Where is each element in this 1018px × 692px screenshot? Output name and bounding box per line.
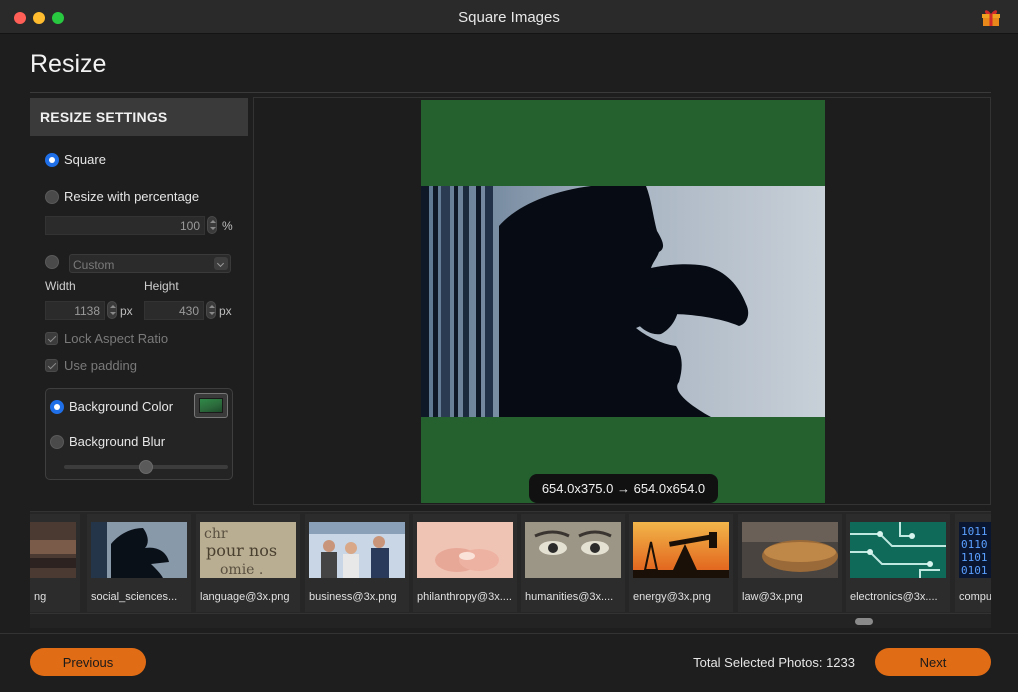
business-people-image bbox=[309, 522, 405, 578]
oil-pump-image bbox=[633, 522, 729, 578]
blur-slider-knob[interactable] bbox=[139, 460, 153, 474]
width-input[interactable]: 1138 bbox=[45, 301, 105, 320]
use-padding-label[interactable]: Use padding bbox=[64, 358, 137, 373]
previous-button[interactable]: Previous bbox=[30, 648, 146, 676]
thumbnail-item[interactable]: chr pour nos omie . language@3x.png bbox=[196, 514, 300, 612]
svg-text:0110: 0110 bbox=[961, 538, 988, 551]
silhouette-image bbox=[91, 522, 187, 578]
text-page-image: chr pour nos omie . bbox=[200, 522, 296, 578]
total-selected-photos: Total Selected Photos: 1233 bbox=[693, 655, 855, 670]
footer-divider bbox=[0, 633, 1018, 634]
svg-text:1011: 1011 bbox=[961, 525, 988, 538]
page-title: Resize bbox=[30, 50, 107, 78]
thumbnail-caption: electronics@3x.... bbox=[850, 591, 938, 603]
eyes-engraving-image bbox=[525, 522, 621, 578]
background-blur-radio[interactable] bbox=[50, 435, 64, 449]
thumbnail-caption: energy@3x.png bbox=[633, 591, 711, 603]
percentage-label[interactable]: Resize with percentage bbox=[64, 189, 199, 204]
percent-unit: % bbox=[222, 219, 233, 233]
custom-radio[interactable] bbox=[45, 255, 59, 269]
thumbnail-caption: language@3x.png bbox=[200, 591, 290, 603]
thumbnail-caption: social_sciences... bbox=[91, 591, 178, 603]
thumbnail-item[interactable]: business@3x.png bbox=[305, 514, 409, 612]
thumbnail-caption: humanities@3x.... bbox=[525, 591, 614, 603]
preset-select[interactable]: Custom bbox=[69, 254, 231, 273]
thumbnail-item[interactable]: 1011 0110 1101 0101 compu bbox=[955, 514, 991, 612]
binary-code-image: 1011 0110 1101 0101 bbox=[959, 522, 991, 578]
svg-text:chr: chr bbox=[204, 526, 228, 542]
thumbnail-strip[interactable]: ng social_sciences... chr pour nos omie . … bbox=[30, 511, 991, 614]
square-radio[interactable] bbox=[45, 153, 59, 167]
width-px-unit: px bbox=[120, 304, 133, 318]
thumbnail-caption: philanthropy@3x.... bbox=[417, 591, 512, 603]
thumbnail-caption: business@3x.png bbox=[309, 591, 397, 603]
thumbnail-item[interactable]: law@3x.png bbox=[738, 514, 842, 612]
thumbnail-item[interactable]: humanities@3x.... bbox=[521, 514, 625, 612]
next-button[interactable]: Next bbox=[875, 648, 991, 676]
thumbnail-item[interactable]: energy@3x.png bbox=[629, 514, 733, 612]
thumbnail-caption: law@3x.png bbox=[742, 591, 803, 603]
circuit-board-image bbox=[850, 522, 946, 578]
preview-canvas bbox=[421, 100, 825, 503]
percentage-stepper[interactable] bbox=[207, 216, 217, 234]
background-color-label[interactable]: Background Color bbox=[69, 399, 173, 414]
width-label: Width bbox=[45, 279, 76, 293]
thumbnail-scrollbar[interactable] bbox=[30, 614, 991, 628]
gavel-image bbox=[742, 522, 838, 578]
width-stepper[interactable] bbox=[107, 301, 117, 319]
lock-aspect-checkbox[interactable] bbox=[45, 332, 58, 345]
color-swatch bbox=[199, 398, 223, 413]
divider bbox=[30, 92, 991, 93]
svg-text:omie .: omie . bbox=[220, 562, 263, 578]
thumbnail-caption: compu bbox=[959, 591, 991, 603]
gift-icon[interactable] bbox=[981, 8, 1001, 26]
background-options-box: Background Color Background Blur bbox=[45, 388, 233, 480]
thumbnail-item[interactable]: electronics@3x.... bbox=[846, 514, 950, 612]
square-label[interactable]: Square bbox=[64, 152, 106, 167]
title-bar: Square Images bbox=[0, 0, 1018, 34]
thumbnail-item[interactable]: philanthropy@3x.... bbox=[413, 514, 517, 612]
svg-text:0101: 0101 bbox=[961, 564, 988, 577]
height-input[interactable]: 430 bbox=[144, 301, 204, 320]
image-preview: 654.0x375.0 → 654.0x654.0 bbox=[253, 97, 991, 505]
background-color-well[interactable] bbox=[194, 393, 228, 418]
settings-header: RESIZE SETTINGS bbox=[30, 98, 248, 136]
svg-text:pour nos: pour nos bbox=[206, 541, 277, 560]
height-label: Height bbox=[144, 279, 179, 293]
open-hands-image bbox=[417, 522, 513, 578]
thumbnail-item[interactable]: social_sciences... bbox=[87, 514, 191, 612]
scrollbar-thumb[interactable] bbox=[855, 618, 873, 625]
preset-select-value: Custom bbox=[73, 258, 115, 272]
height-stepper[interactable] bbox=[206, 301, 216, 319]
use-padding-checkbox[interactable] bbox=[45, 359, 58, 372]
percentage-input[interactable]: 100 bbox=[45, 216, 205, 235]
thumbnail-item[interactable]: ng bbox=[30, 514, 80, 612]
background-blur-label[interactable]: Background Blur bbox=[69, 434, 165, 449]
preview-photo bbox=[421, 186, 825, 417]
rusty-pipe-image bbox=[30, 522, 76, 578]
chevron-down-icon bbox=[214, 257, 228, 270]
silhouette-image bbox=[421, 186, 825, 417]
window-title: Square Images bbox=[458, 9, 560, 26]
resize-settings-panel: RESIZE SETTINGS Square Resize with perce… bbox=[30, 98, 248, 502]
lock-aspect-label[interactable]: Lock Aspect Ratio bbox=[64, 331, 168, 346]
height-px-unit: px bbox=[219, 304, 232, 318]
size-indicator: 654.0x375.0 → 654.0x654.0 bbox=[529, 474, 718, 503]
background-color-radio[interactable] bbox=[50, 400, 64, 414]
svg-text:1101: 1101 bbox=[961, 551, 988, 564]
percentage-radio[interactable] bbox=[45, 190, 59, 204]
